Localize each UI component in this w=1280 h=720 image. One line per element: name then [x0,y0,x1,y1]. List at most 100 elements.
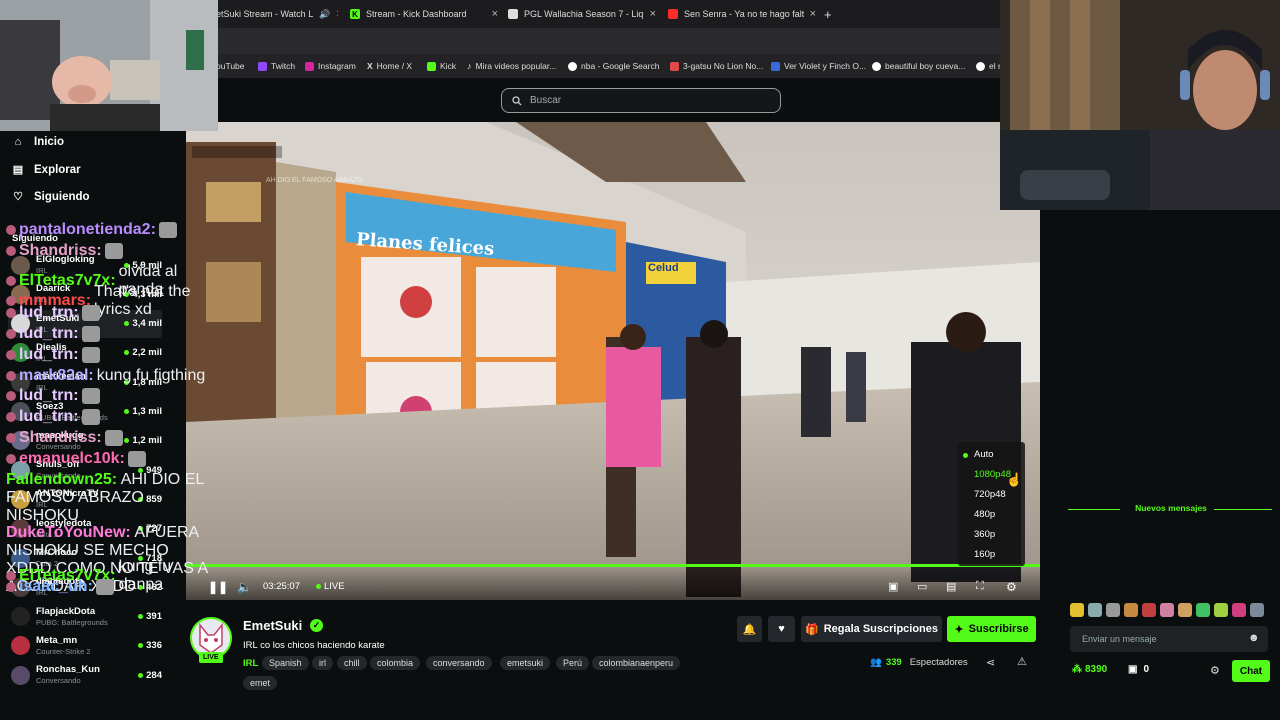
bookmark-twitch[interactable]: Twitch [258,61,295,71]
nav-inicio[interactable]: ⌂ Inicio [12,136,64,148]
bookmark-google-2[interactable]: beautiful boy cueva... [872,61,965,71]
site-icon [670,61,679,71]
bookmark-anime[interactable]: 3-gatsu No Lion No... [670,61,763,71]
emote-icon [158,222,177,238]
tag-chip[interactable]: emetsuki [500,656,551,670]
emote-icon[interactable] [1106,603,1120,617]
chat-username[interactable]: mark82al: [19,367,94,385]
subscribe-button[interactable]: ✦ Suscribirse [947,616,1036,642]
following-item[interactable]: Ronchas_Kun Conversando 284 [8,661,162,689]
tag-chip[interactable]: irl [312,656,333,670]
browser-tab[interactable]: K Stream - Kick Dashboard × [350,4,498,24]
emote-icon[interactable] [1178,603,1192,617]
tab-label: Sen Senra - Ya no te hago falta [684,9,804,19]
emote-icon[interactable] [1124,603,1138,617]
bookmark-google[interactable]: nba - Google Search [568,61,659,71]
chat-username[interactable]: lud_trn: [19,304,79,322]
channel-points[interactable]: ⁂ 8390 [1072,664,1107,675]
chat-message: Shandriss: [6,429,212,447]
star-icon: ✦ [954,623,964,636]
quality-option-auto[interactable]: Auto [974,449,994,460]
gift-subs-button[interactable]: 🎁 Regala Suscripciones [801,616,942,642]
chat-username[interactable]: Shandriss: [19,429,102,447]
emote-icon[interactable] [1250,603,1264,617]
time-display: 03:25:07 [263,581,300,592]
emoji-icon[interactable]: ☻ [1248,632,1260,644]
following-item[interactable]: FlapjackDota PUBG: Battlegrounds 391 [8,603,162,631]
bookmark-movie[interactable]: Ver Violet y Finch O... [771,61,866,71]
tag-chip[interactable]: Perú [556,656,590,670]
chat-username[interactable]: isaac_uh: [19,578,93,596]
live-indicator[interactable]: LIVE [316,581,345,592]
quality-option-480p[interactable]: 480p [974,509,995,520]
quality-option-160p[interactable]: 160p [974,549,995,560]
bookmark-other[interactable]: el r [976,61,1001,71]
bookmark-x[interactable]: X Home / X [367,61,412,71]
fullscreen-icon[interactable]: ⛶ [976,580,984,593]
chat-username[interactable]: pantalonetienda2: [19,221,156,239]
emote-icon[interactable] [1088,603,1102,617]
speaker-icon[interactable]: 🔊 [319,9,330,20]
user-badge-icon [6,245,16,256]
tag-chip[interactable]: chill [337,656,367,670]
emote-icon [104,242,123,259]
avatar [11,607,30,627]
browser-tab[interactable]: Sen Senra - Ya no te hago falta × [668,4,816,24]
tag-chip[interactable]: colombianaenperu [592,656,681,670]
browser-tab[interactable]: PGL Wallachia Season 7 - Liqui × [508,4,656,24]
emote-icon[interactable] [1232,603,1246,617]
streamer-name[interactable]: EmetSuki [243,618,302,633]
chat-username[interactable]: lud_trn: [19,325,79,343]
chat-username[interactable]: lud_trn: [19,387,79,405]
settings-gear-icon[interactable]: ⚙ [1006,580,1017,594]
browser-tab-active[interactable]: etSuki Stream - Watch L 🔊 × [216,4,338,24]
chat-message-input[interactable]: Enviar un mensaje [1070,626,1268,652]
close-tab-icon[interactable]: × [810,8,816,20]
miniplayer-icon[interactable]: ▣ [888,580,898,593]
chat-settings-gear-icon[interactable]: ⚙ [1210,664,1220,677]
new-tab-button[interactable]: + [824,4,838,24]
kick-icon [427,61,436,71]
close-tab-icon[interactable]: × [650,8,656,20]
nav-explorar[interactable]: ▤ Explorar [12,163,81,177]
bookmark-kick[interactable]: Kick [427,61,456,71]
video-player[interactable]: AH DIO EL FAMOSO ABRAZO Planes felices C… [186,122,1040,600]
chat-username[interactable]: lud_trn: [19,346,79,364]
emote-icon[interactable] [1142,603,1156,617]
clip-icon[interactable]: ▤ [946,580,956,593]
drops-counter[interactable]: ▣ 0 [1128,664,1149,675]
emote-icon[interactable] [1214,603,1228,617]
bookmark-tiktok[interactable]: ♪ Mira videos popular... [467,61,556,71]
quality-option-360p[interactable]: 360p [974,529,995,540]
notification-bell-button[interactable]: 🔔 [737,616,762,642]
theater-mode-icon[interactable]: ▭ [917,580,927,593]
close-tab-icon[interactable]: × [492,8,498,20]
quality-option-720p48[interactable]: 720p48 [974,489,1006,500]
tag-chip[interactable]: Spanish [262,656,309,670]
search-input[interactable]: Buscar [501,88,781,113]
nav-siguiendo[interactable]: ♡ Siguiendo [12,190,90,204]
user-badge-icon [6,370,16,381]
stream-category[interactable]: IRL [243,658,258,669]
tag-chip[interactable]: emet [243,676,278,690]
emote-icon[interactable] [1070,603,1084,617]
following-item[interactable]: Meta_mn Counter-Strike 2 336 [8,632,162,660]
bookmark-youtube[interactable]: ouTube [216,61,245,71]
tag-chip[interactable]: colombia [370,656,421,670]
close-tab-icon[interactable]: × [336,8,338,20]
emote-icon[interactable] [1160,603,1174,617]
chat-username[interactable]: emanuelc10k: [19,450,125,468]
chat-username[interactable]: Fallendown25: [6,471,117,488]
report-warning-icon[interactable]: ⚠ [1017,655,1027,668]
chat-username[interactable]: Shandriss: [19,242,102,260]
bookmark-instagram[interactable]: Instagram [305,61,356,71]
chat-username[interactable]: DukeToYouNew: [6,524,131,541]
follow-heart-button[interactable]: ♥ [768,616,795,642]
chat-message: lud_trn: [6,325,212,343]
chat-send-button[interactable]: Chat [1232,660,1270,682]
emote-icon[interactable] [1196,603,1210,617]
chat-username[interactable]: lud_trn: [19,408,79,426]
tag-chip[interactable]: conversando [426,656,492,670]
share-icon[interactable]: ⋖ [986,656,995,669]
volume-icon[interactable]: 🔈 [237,580,252,594]
